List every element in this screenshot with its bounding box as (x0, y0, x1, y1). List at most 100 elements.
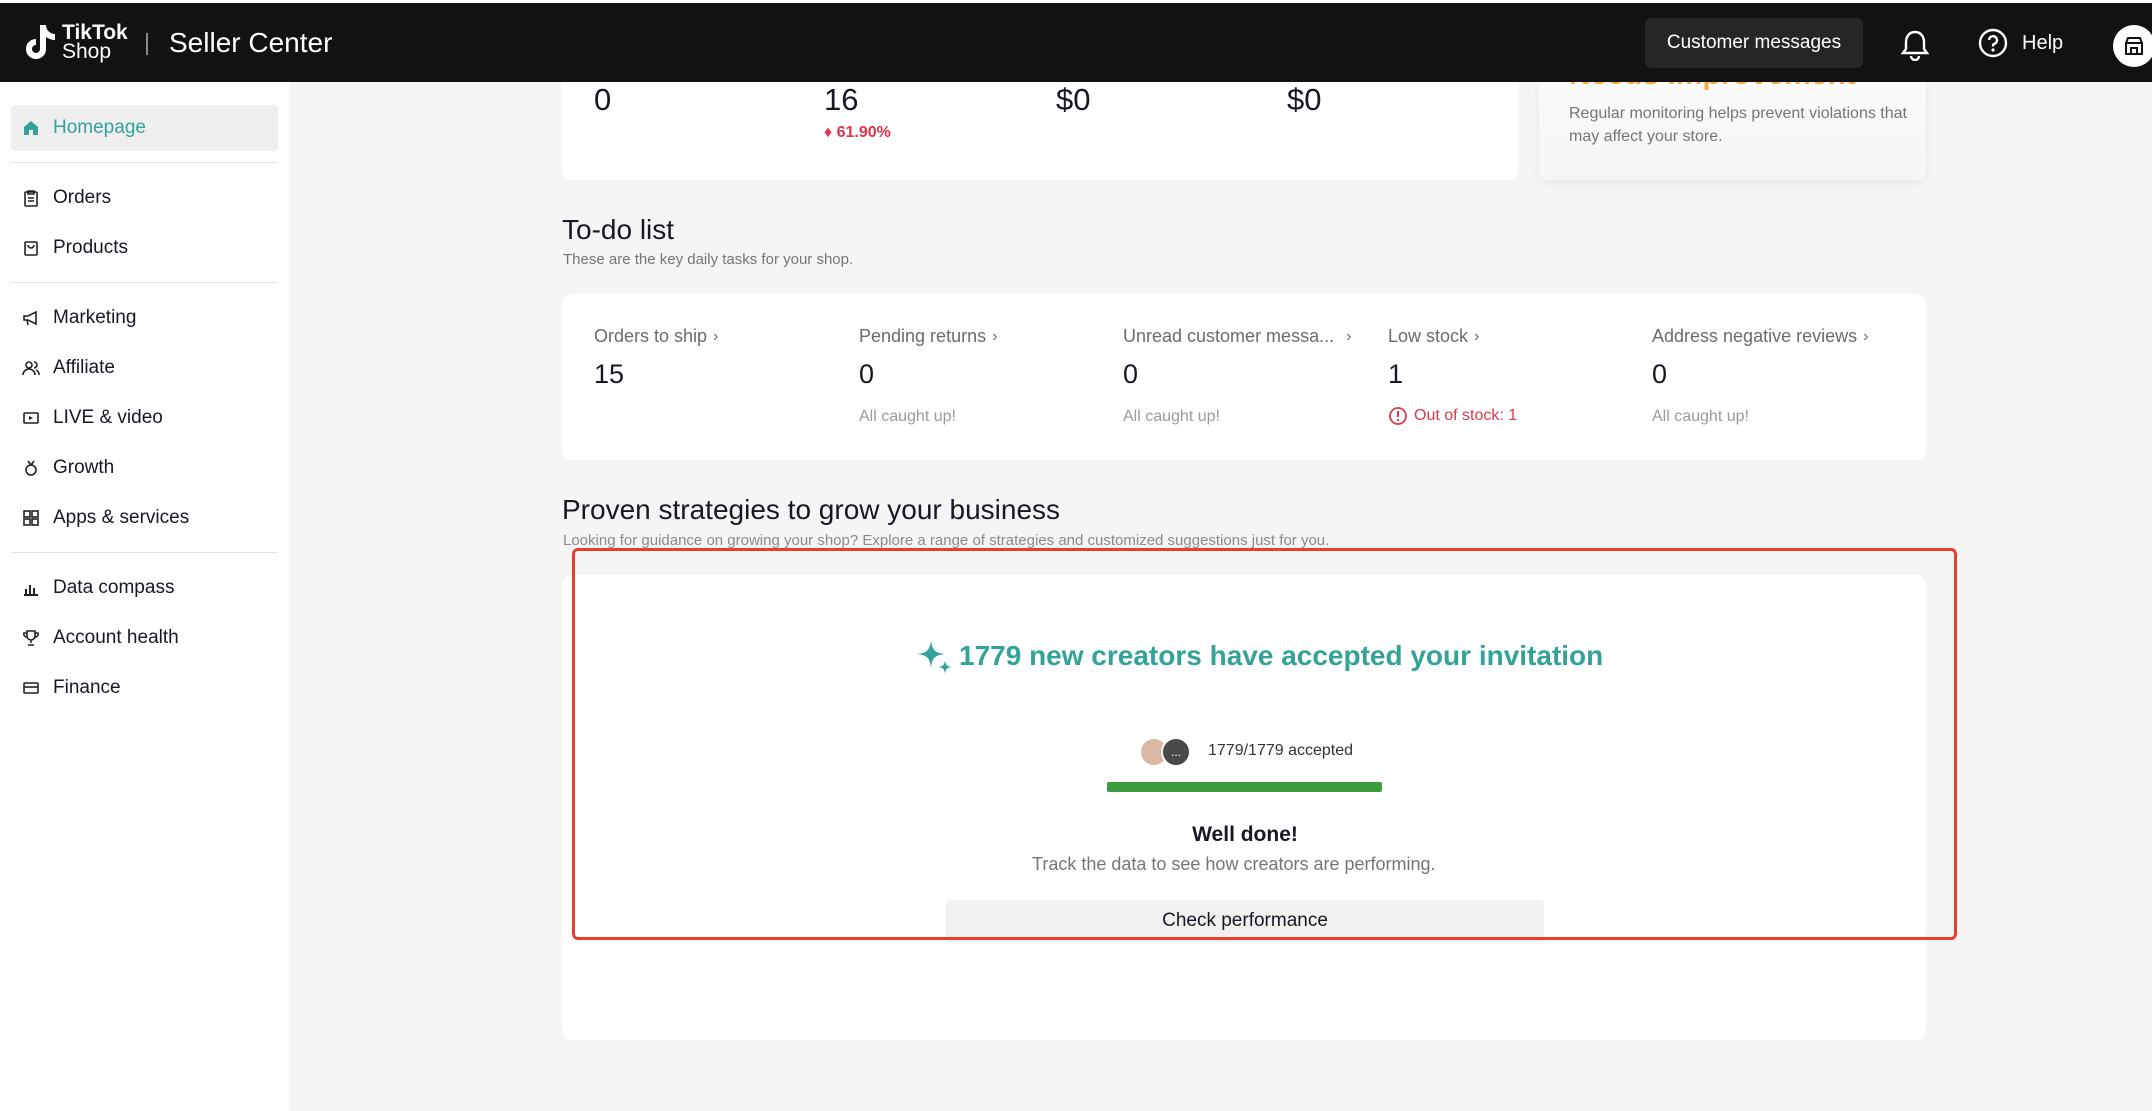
accepted-count: 1779/1779 accepted (1208, 742, 1354, 759)
chevron-right-icon: › (1474, 327, 1480, 345)
kpi-value: $0 (1056, 82, 1091, 117)
sidebar-item-label: Marketing (53, 307, 137, 328)
sidebar-divider (11, 282, 278, 283)
bell-icon[interactable] (1900, 29, 1930, 61)
brand-title: Seller Center (169, 27, 333, 58)
logo-divider (146, 33, 148, 55)
sparkle-icon (917, 640, 952, 674)
kpi-change: ♦ 61.90% (824, 124, 891, 142)
sidebar-item-account-health[interactable]: Account health (11, 615, 278, 661)
todo-card: Orders to ship › 15 Pending returns › 0 Al… (562, 294, 1926, 460)
health-description: Regular monitoring helps prevent violati… (1569, 105, 1907, 145)
help-label: Help (2022, 31, 2064, 54)
sidebar-item-label: LIVE & video (53, 407, 163, 428)
sidebar-item-label: Finance (53, 677, 121, 698)
kpi-change-value: 61.90% (836, 124, 891, 141)
chevron-right-icon: › (992, 327, 998, 345)
kpi-value: 16 (824, 82, 859, 117)
apps-icon (21, 508, 41, 528)
card-icon (21, 678, 41, 698)
bag-icon (21, 238, 41, 258)
sidebar-item-affiliate[interactable]: Affiliate (11, 345, 278, 391)
creators-headline: 1779 new creators have accepted your inv… (915, 636, 1603, 676)
todo-item-negative-reviews[interactable]: Address negative reviews › (1652, 326, 1868, 347)
strategies-title: Proven strategies to grow your business (562, 494, 1061, 525)
bar-chart-icon (21, 578, 41, 598)
progress-fill (1107, 782, 1382, 792)
sidebar-item-apps-services[interactable]: Apps & services (11, 495, 278, 541)
logo-line2: Shop (62, 40, 112, 63)
todo-item-pending-returns[interactable]: Pending returns › (859, 326, 997, 347)
tiktok-logo-icon (26, 25, 55, 59)
store-icon (2125, 37, 2143, 55)
accepted-progress-bar (1107, 782, 1382, 792)
sidebar-item-growth[interactable]: Growth (11, 445, 278, 491)
help-icon (1978, 28, 2008, 58)
clipboard-icon (21, 188, 41, 208)
todo-label: Unread customer messa... (1123, 326, 1335, 346)
chevron-right-icon: › (713, 327, 719, 345)
todo-label: Pending returns (859, 326, 987, 346)
kpi-value: 0 (594, 82, 612, 117)
todo-note: All caught up! (1652, 408, 1749, 425)
sidebar-item-label: Affiliate (53, 357, 115, 378)
video-icon (21, 408, 41, 428)
megaphone-icon (21, 308, 41, 328)
sidebar-item-marketing[interactable]: Marketing (11, 295, 278, 341)
sidebar-item-label: Orders (53, 187, 112, 208)
todo-note: All caught up! (1123, 408, 1220, 425)
sidebar-item-data-compass[interactable]: Data compass (11, 565, 278, 611)
alert-icon (1389, 407, 1407, 425)
logo-text: TikTok Shop (62, 22, 128, 63)
kpi-card: 0 16 ♦ 61.90% $0 $0 (562, 82, 1518, 180)
sidebar-item-homepage[interactable]: Homepage (11, 105, 278, 151)
kpi-value: $0 (1287, 82, 1322, 117)
todo-value: 15 (594, 359, 625, 389)
todo-value: 1 (1388, 359, 1404, 389)
medal-icon (21, 458, 41, 478)
todo-value: 0 (1652, 359, 1668, 389)
home-icon (21, 118, 41, 138)
sidebar-divider (11, 552, 278, 553)
avatar-more: ... (1161, 737, 1191, 767)
todo-label: Address negative reviews (1652, 326, 1858, 346)
todo-note: Out of stock: 1 (1414, 407, 1518, 424)
help-button[interactable]: Help (1978, 28, 2063, 58)
todo-label: Orders to ship (594, 326, 708, 346)
todo-item-low-stock[interactable]: Low stock › (1388, 326, 1479, 347)
strategies-subtitle: Looking for guidance on growing your sho… (563, 532, 1330, 549)
creator-avatars: ... (1139, 737, 1195, 767)
todo-value: 0 (859, 359, 875, 389)
sidebar-item-finance[interactable]: Finance (11, 665, 278, 711)
sidebar-item-label: Account health (53, 627, 179, 648)
headline-text: 1779 new creators have accepted your inv… (959, 640, 1604, 671)
todo-item-unread-messages[interactable]: Unread customer messa... › (1123, 326, 1351, 347)
todo-item-orders-to-ship[interactable]: Orders to ship › (594, 326, 718, 347)
tiktok-shop-logo[interactable]: TikTok Shop (20, 21, 128, 63)
arrow-down-icon: ♦ (824, 124, 833, 141)
trophy-icon (21, 628, 41, 648)
sidebar-item-label: Growth (53, 457, 115, 478)
people-icon (21, 358, 41, 378)
top-bar: TikTok Shop Seller Center Customer messa… (0, 0, 2152, 82)
sidebar-item-label: Data compass (53, 577, 175, 598)
sidebar-divider (11, 162, 278, 163)
sidebar-item-orders[interactable]: Orders (11, 175, 278, 221)
track-description: Track the data to see how creators are p… (1032, 854, 1436, 874)
store-button[interactable] (2113, 25, 2152, 67)
account-health-card[interactable]: Needs improvement Regular monitoring hel… (1539, 82, 1926, 180)
sidebar-item-products[interactable]: Products (11, 225, 278, 271)
well-done-title: Well done! (1192, 823, 1298, 846)
sidebar-item-live-video[interactable]: LIVE & video (11, 395, 278, 441)
todo-subtitle: These are the key daily tasks for your s… (563, 251, 854, 268)
sidebar-item-label: Apps & services (53, 507, 190, 528)
chevron-right-icon: › (1863, 327, 1869, 345)
todo-label: Low stock (1388, 326, 1469, 346)
customer-messages-button[interactable]: Customer messages (1645, 18, 1863, 68)
health-status: Needs improvement (1569, 82, 1856, 92)
todo-title: To-do list (562, 214, 675, 245)
chevron-right-icon: › (1346, 327, 1352, 345)
todo-note: All caught up! (859, 408, 956, 425)
check-performance-button[interactable]: Check performance (946, 900, 1544, 942)
out-of-stock-warning: Out of stock: 1 (1388, 406, 1517, 426)
